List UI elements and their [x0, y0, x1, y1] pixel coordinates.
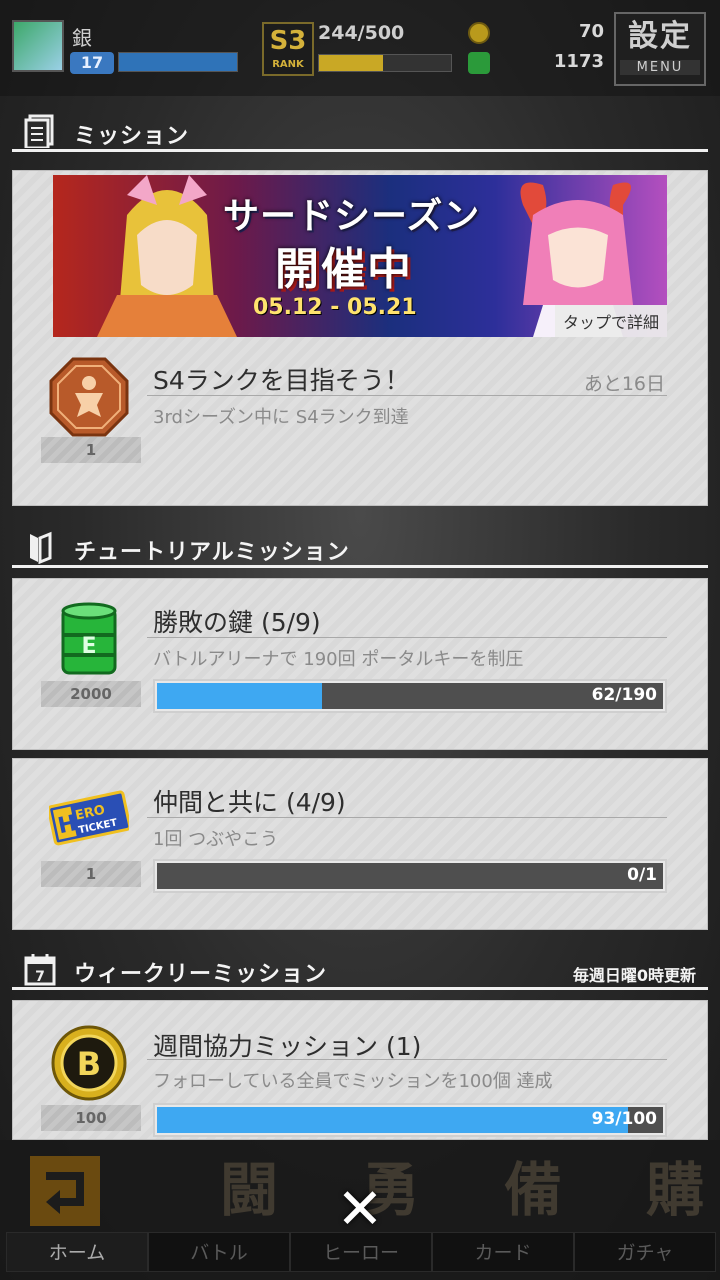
season-banner[interactable]: サードシーズン 開催中 05.12 - 05.21 タップで詳細: [53, 175, 667, 337]
rank-badge-text: S3: [269, 26, 307, 56]
banner-detail-label[interactable]: タップで詳細: [554, 305, 667, 337]
mission-remaining: あと16日: [583, 373, 665, 395]
title-divider: [147, 637, 667, 638]
gacha-icon: 購: [645, 1156, 704, 1224]
reward-count: 2000: [41, 681, 141, 707]
weekly-reset-note: 毎週日曜0時更新: [572, 966, 696, 985]
close-icon[interactable]: ✕: [330, 1180, 390, 1240]
nav-label: バトル: [148, 1232, 290, 1272]
nav-gacha[interactable]: 購 ガチャ: [574, 1146, 716, 1276]
svg-text:B: B: [77, 1045, 101, 1083]
calendar-icon: 7: [24, 954, 56, 986]
green-can-icon: E: [61, 602, 117, 675]
user-name: 銀: [72, 26, 92, 50]
rank-points: 244/500: [318, 22, 405, 44]
tutorial-mission-card: E 2000 勝敗の鍵 (5/9) バトルアリーナで 190回 ポータルキーを制…: [12, 578, 708, 750]
home-return-icon: [30, 1156, 100, 1226]
gold-coin-icon: B: [51, 1025, 127, 1101]
document-icon: [24, 114, 54, 148]
currency-gold[interactable]: 70: [466, 20, 606, 46]
title-divider: [147, 817, 667, 818]
xp-bar: [118, 52, 238, 72]
currency-gold-value: 70: [578, 21, 604, 42]
mission-title: S4ランクを目指そう！: [153, 366, 410, 395]
section-divider: [12, 149, 708, 152]
reward-count: 1: [41, 861, 141, 887]
mission-title: 週間協力ミッション (1): [153, 1032, 422, 1061]
mission-progress-bar: 93/100: [153, 1103, 667, 1137]
mission-progress-bar: 62/190: [153, 679, 667, 713]
currency-green-value: 1173: [553, 51, 604, 72]
nav-label: ホーム: [6, 1232, 148, 1272]
banner-dates: 05.12 - 05.21: [253, 295, 417, 320]
reward-count: 1: [41, 437, 141, 463]
missions-section-header: ミッション: [12, 114, 708, 154]
progress-text: 93/100: [591, 1109, 657, 1129]
tutorial-mission-card: H ERO TICKET 1 仲間と共に (4/9) 1回 つぶやこう 0/1: [12, 758, 708, 930]
progress-text: 0/1: [627, 865, 657, 885]
menu-label: 設定: [628, 19, 692, 54]
mission-title: 仲間と共に (4/9): [153, 788, 346, 817]
nav-label: ガチャ: [574, 1232, 716, 1272]
progress-text: 62/190: [591, 685, 657, 705]
banner-subtitle: 開催中: [275, 244, 413, 295]
green-can-icon: [468, 52, 490, 74]
title-divider: [147, 1059, 667, 1060]
mission-progress-bar: 0/1: [153, 859, 667, 893]
mission-description: バトルアリーナで 190回 ポータルキーを制圧: [153, 649, 524, 670]
avatar[interactable]: [12, 20, 64, 72]
rank-badge-label: RANK: [272, 59, 304, 70]
weekly-mission-card: B 100 週間協力ミッション (1) フォローしている全員でミッションを100…: [12, 1000, 708, 1140]
weekly-section-title: ウィークリーミッション: [74, 962, 328, 987]
mission-description: フォローしている全員でミッションを100個 達成: [153, 1071, 553, 1092]
rank-progress-bar: [318, 54, 452, 72]
svg-text:7: 7: [35, 969, 45, 985]
hero-ticket-icon: H ERO TICKET: [49, 790, 129, 846]
nav-home[interactable]: ホーム: [6, 1146, 148, 1276]
season-mission-card: サードシーズン 開催中 05.12 - 05.21 タップで詳細 1 S4ランク…: [12, 170, 708, 506]
title-divider: [147, 395, 667, 396]
menu-button[interactable]: 設定 MENU: [614, 12, 706, 86]
mission-description: 1回 つぶやこう: [153, 829, 279, 850]
section-divider: [12, 565, 708, 568]
nav-label: カード: [432, 1232, 574, 1272]
tutorial-section-header: チュートリアルミッション: [12, 530, 708, 570]
section-divider: [12, 987, 708, 990]
gold-coin-icon: [468, 22, 490, 44]
svg-text:E: E: [81, 634, 96, 659]
nav-card[interactable]: 備 カード: [432, 1146, 574, 1276]
level-badge: 17: [70, 52, 114, 74]
status-bar: 銀 17 S3 RANK 244/500 70 1173 設定 MENU: [0, 0, 720, 96]
menu-sub-label: MENU: [620, 60, 700, 75]
banner-title: サードシーズン: [223, 196, 481, 237]
controller-icon: 闘: [219, 1156, 278, 1224]
reward-count: 100: [41, 1105, 141, 1131]
character-illustration-left: [97, 175, 237, 337]
mission-description: 3rdシーズン中に S4ランク到達: [153, 407, 409, 428]
book-icon: [30, 531, 52, 564]
currency-green[interactable]: 1173: [466, 50, 606, 76]
missions-section-title: ミッション: [74, 124, 190, 149]
card-icon: 備: [503, 1156, 562, 1224]
nav-battle[interactable]: 闘 バトル: [148, 1146, 290, 1276]
rank-medal-icon: [49, 357, 129, 437]
rank-badge[interactable]: S3 RANK: [262, 22, 314, 76]
tutorial-section-title: チュートリアルミッション: [74, 540, 350, 565]
weekly-section-header: 7 ウィークリーミッション 毎週日曜0時更新: [12, 952, 708, 992]
mission-title: 勝敗の鍵 (5/9): [153, 608, 321, 637]
